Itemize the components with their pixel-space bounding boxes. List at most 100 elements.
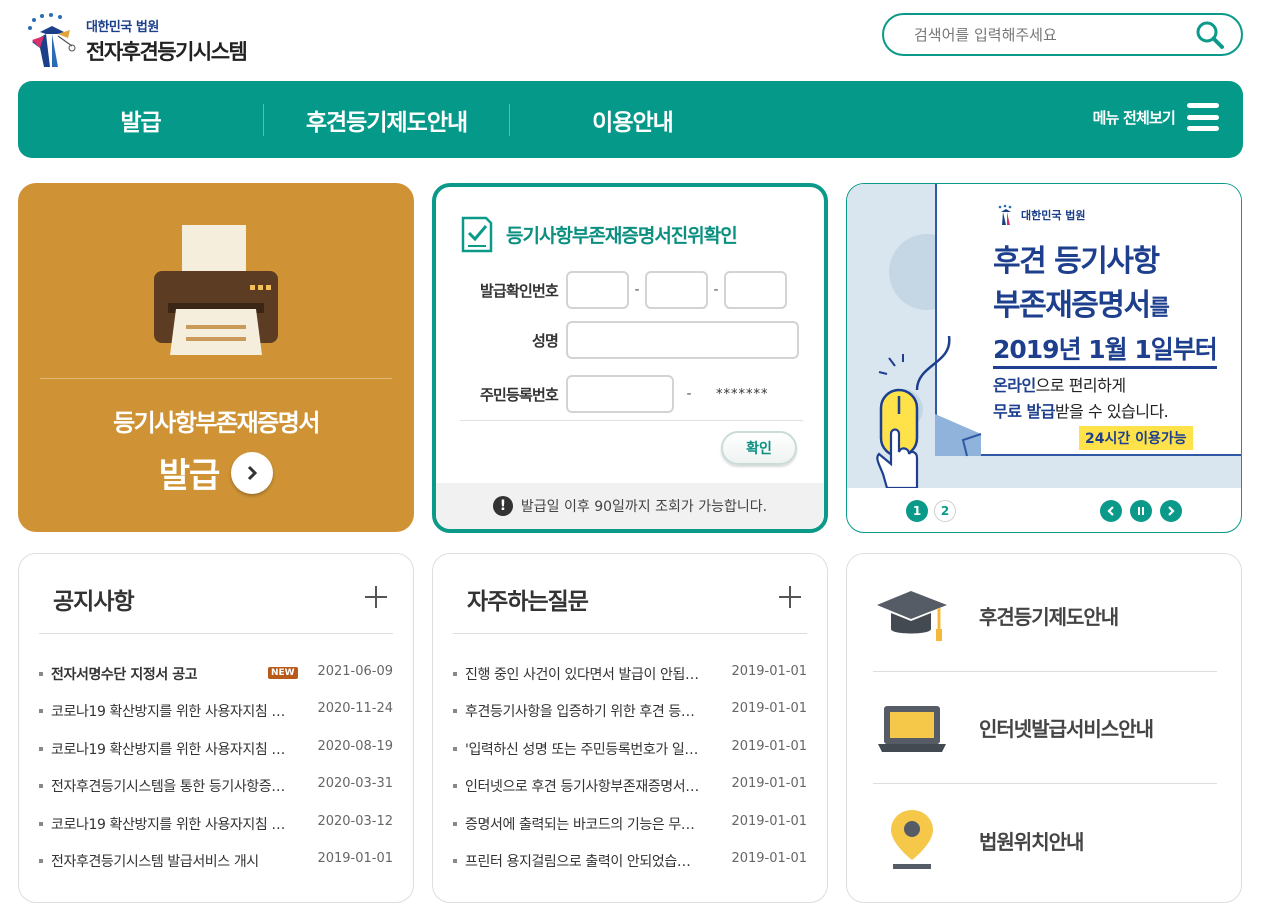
banner-headline-1: 후견 등기사항 — [993, 244, 1160, 279]
court-emblem-icon — [22, 12, 82, 70]
banner-prev-button[interactable] — [1100, 500, 1122, 522]
bullet-icon — [453, 821, 457, 826]
list-item[interactable]: 후견등기사항을 입증하기 위한 후견 등기사항증명서 2019-01-01 — [453, 701, 807, 738]
quick-link-internet-issue-guide[interactable]: 인터넷발급서비스안내 — [873, 672, 1217, 784]
list-item[interactable]: 전자후견등기시스템 발급서비스 개시 2019-01-01 — [39, 851, 393, 888]
bullet-icon — [453, 858, 457, 863]
graduation-cap-icon — [873, 581, 951, 651]
verify-note-text: 발급일 이후 90일까지 조회가 가능합니다. — [520, 499, 768, 515]
list-item[interactable]: 진행 중인 사건이 있다면서 발급이 안됩니다 2019-01-01 — [453, 664, 807, 701]
verify-header: 등기사항부존재증명서진위확인 — [460, 215, 738, 253]
search-bar — [882, 13, 1243, 56]
banner-line-free-rest: 받을 수 있습니다. — [1054, 402, 1169, 421]
quick-link-label: 법원위치안내 — [979, 829, 1084, 854]
list-item[interactable]: 프린터 용지걸림으로 출력이 안되었습니다 2019-01-01 — [453, 851, 807, 888]
issue-number-field-1[interactable] — [566, 271, 629, 309]
bullet-icon — [39, 746, 43, 751]
location-pin-icon — [873, 805, 951, 875]
faq-header: 자주하는질문 — [453, 582, 807, 634]
rrn-field[interactable] — [566, 375, 674, 413]
issue-number-field-3[interactable] — [724, 271, 787, 309]
list-item-title: 후견등기사항을 입증하기 위한 후견 등기사항증명서 — [465, 704, 701, 721]
list-item[interactable]: 코로나19 확산방지를 위한 사용자지침 안내 2020-08-19 — [39, 739, 393, 776]
faq-more-plus-icon[interactable] — [779, 586, 801, 608]
bullet-icon — [39, 784, 43, 789]
document-check-icon — [461, 216, 493, 253]
quick-link-guardianship-guide[interactable]: 후견등기제도안내 — [873, 560, 1217, 672]
quick-link-label: 후견등기제도안내 — [979, 605, 1119, 629]
logo-title: 전자후견등기시스템 — [86, 40, 248, 64]
quick-link-court-location[interactable]: 법원위치안내 — [873, 784, 1217, 896]
banner-controls: 1 2 — [847, 488, 1241, 532]
list-item-date: 2020-08-19 — [317, 738, 393, 754]
certificate-verify-card: 등기사항부존재증명서진위확인 발급확인번호 - - 성명 주민등록번호 - **… — [432, 183, 828, 533]
bullet-icon — [453, 746, 457, 751]
faq-card: 자주하는질문 진행 중인 사건이 있다면서 발급이 안됩니다 2019-01-0… — [432, 553, 828, 903]
chevron-right-icon — [231, 451, 274, 494]
name-field[interactable] — [566, 321, 799, 359]
mouse-hand-icon — [876, 335, 951, 488]
bullet-icon — [39, 709, 43, 714]
list-item-date: 2020-03-31 — [317, 776, 393, 792]
nav-item-usage-guide[interactable]: 이용안내 — [510, 103, 755, 137]
quick-links-card: 후견등기제도안내 인터넷발급서비스안내 법원위치안내 — [846, 553, 1242, 903]
notices-header: 공지사항 — [39, 582, 393, 634]
banner-page-2[interactable]: 2 — [934, 500, 956, 522]
list-item-title: 전자후견등기시스템을 통한 등기사항증명서 발급 — [51, 779, 287, 796]
banner-line-online: 온라인으로 편리하게 — [993, 372, 1126, 396]
list-item-date: 2019-01-01 — [731, 664, 807, 679]
issue-button[interactable]: 발급 — [18, 448, 414, 497]
printer-icon — [154, 225, 278, 355]
banner-next-button[interactable] — [1160, 500, 1182, 522]
banner-pause-button[interactable] — [1130, 500, 1152, 522]
banner-image[interactable]: 대한민국 법원 후견 등기사항 부존재증명서를 2019년 1월 1일부터 온라… — [847, 184, 1241, 488]
all-menu-button[interactable]: 메뉴 전체보기 — [1093, 103, 1219, 131]
issue-number-field-2[interactable] — [645, 271, 708, 309]
chevron-right-icon — [1168, 506, 1175, 516]
faq-list: 진행 중인 사건이 있다면서 발급이 안됩니다 2019-01-01 후견등기사… — [453, 664, 807, 888]
confirm-button[interactable]: 확인 — [721, 431, 797, 465]
notices-more-plus-icon[interactable] — [365, 586, 387, 608]
list-item-date: 2021-06-09 — [317, 664, 393, 679]
banner-line-online-em: 온라인 — [993, 376, 1036, 395]
list-item[interactable]: 코로나19 확산방지를 위한 사용자지침 안내 2020-03-12 — [39, 814, 393, 851]
notices-list: 전자서명수단 지정서 공고 NEW 2021-06-09 코로나19 확산방지를… — [39, 664, 393, 888]
search-icon — [1196, 21, 1224, 49]
list-item-title: 프린터 용지걸림으로 출력이 안되었습니다 — [465, 853, 701, 870]
banner-logo: 대한민국 법원 — [995, 204, 1086, 226]
list-item[interactable]: 코로나19 확산방지를 위한 사용자지침 안내 2020-11-24 — [39, 701, 393, 738]
court-emblem-icon — [998, 204, 1012, 225]
banner-headline-2-suffix: 를 — [1149, 296, 1170, 321]
list-item-date: 2019-01-01 — [731, 701, 807, 717]
banner-line-free: 무료 발급받을 수 있습니다. — [993, 398, 1169, 422]
bullet-icon — [39, 672, 43, 676]
list-item-title: 증명서에 출력되는 바코드의 기능은 무엇인가요 — [465, 816, 701, 833]
nav-item-guardianship-guide[interactable]: 후견등기제도안내 — [264, 103, 509, 137]
search-button[interactable] — [1193, 18, 1227, 52]
issue-certificate-card[interactable]: 등기사항부존재증명서 발급 — [18, 183, 414, 532]
search-input[interactable] — [914, 25, 1193, 44]
banner-page-1[interactable]: 1 — [906, 500, 928, 522]
list-item-title: 전자서명수단 지정서 공고 — [51, 667, 198, 683]
rrn-masked: ******* — [716, 386, 769, 402]
list-item-date: 2020-03-12 — [317, 813, 393, 829]
list-item[interactable]: 증명서에 출력되는 바코드의 기능은 무엇인가요 2019-01-01 — [453, 814, 807, 851]
promo-banner: 대한민국 법원 후견 등기사항 부존재증명서를 2019년 1월 1일부터 온라… — [846, 183, 1242, 533]
issue-number-label: 발급확인번호 — [479, 281, 559, 300]
notices-title: 공지사항 — [53, 589, 135, 615]
list-item-title: 전자후견등기시스템 발급서비스 개시 — [51, 853, 259, 870]
list-item[interactable]: '입력하신 성명 또는 주민등록번호가 일치하지 않습니다' 2019-01-0… — [453, 739, 807, 776]
banner-logo-text: 대한민국 법원 — [1021, 209, 1086, 222]
verify-divider — [460, 420, 803, 421]
site-logo[interactable]: 대한민국 법원 전자후견등기시스템 — [22, 12, 248, 70]
laptop-icon — [873, 693, 951, 763]
list-item[interactable]: 전자후견등기시스템을 통한 등기사항증명서 발급 2020-03-31 — [39, 776, 393, 813]
quick-link-label: 인터넷발급서비스안내 — [979, 717, 1154, 741]
nav-item-issue[interactable]: 발급 — [18, 103, 263, 137]
banner-date: 2019년 1월 1일부터 — [993, 330, 1218, 369]
list-item[interactable]: 인터넷으로 후견 등기사항부존재증명서 발급 2019-01-01 — [453, 776, 807, 813]
hamburger-icon — [1187, 103, 1219, 131]
list-item[interactable]: 전자서명수단 지정서 공고 NEW 2021-06-09 — [39, 664, 393, 701]
bullet-icon — [453, 709, 457, 714]
list-item-title: 진행 중인 사건이 있다면서 발급이 안됩니다 — [465, 667, 701, 683]
